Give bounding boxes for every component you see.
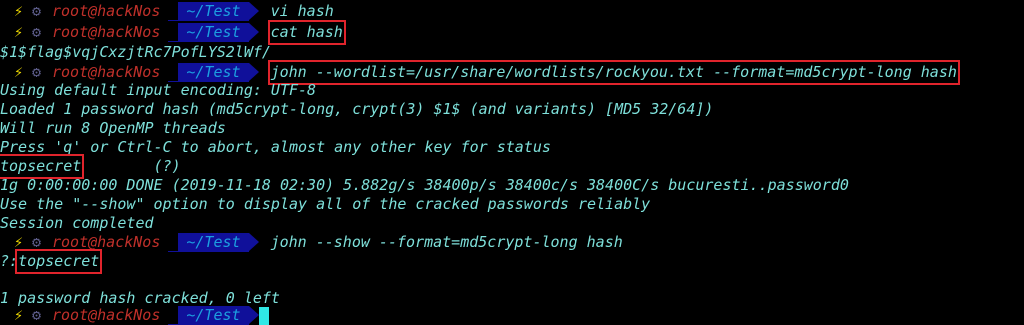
output-text: Press 'q' or Ctrl-C to abort, almost any…	[0, 138, 551, 156]
gear-icon: ⚙	[32, 233, 42, 251]
output-text: Using default input encoding: UTF-8	[0, 81, 317, 99]
lightning-icon: ⚡	[14, 233, 24, 251]
prompt-line: ⚡ ⚙ root@hackNos ~/Test	[0, 306, 269, 325]
output-text: ?:	[0, 252, 19, 270]
cracked-password: topsecret	[0, 154, 85, 179]
user-host: root@hackNos	[52, 2, 161, 20]
lightning-icon: ⚡	[14, 306, 24, 324]
output-text: 1g 0:00:00:00 DONE (2019-11-18 02:30) 5.…	[0, 176, 849, 194]
output-line: Use the "--show" option to display all o…	[0, 195, 650, 214]
gear-icon: ⚙	[32, 306, 42, 324]
prompt-line: ⚡ ⚙ root@hackNos ~/Test cat hash	[0, 20, 346, 45]
gear-icon: ⚙	[32, 23, 42, 41]
user-host: root@hackNos	[52, 306, 161, 324]
prompt-line: ⚡ ⚙ root@hackNos ~/Test john --wordlist=…	[0, 60, 960, 85]
output-line: Press 'q' or Ctrl-C to abort, almost any…	[0, 138, 551, 157]
prompt-line: ⚡ ⚙ root@hackNos ~/Test vi hash	[0, 2, 334, 21]
hash-output: $1$flag$vqjCxzjtRc7PofLYS2lWf/	[0, 43, 271, 61]
lightning-icon: ⚡	[14, 2, 24, 20]
directory-segment: ~/Test	[168, 306, 259, 325]
terminal-window[interactable]: ⚡ ⚙ root@hackNos ~/Test vi hash ⚡ ⚙ root…	[0, 0, 1024, 325]
directory-segment: ~/Test	[168, 233, 259, 252]
output-line: Will run 8 OpenMP threads	[0, 119, 226, 138]
output-text: Will run 8 OpenMP threads	[0, 119, 226, 137]
command-text: cat hash	[267, 20, 346, 45]
directory-segment: ~/Test	[168, 2, 259, 21]
output-text: Use the "--show" option to display all o…	[0, 195, 651, 213]
output-line: Session completed	[0, 214, 154, 233]
directory-segment: ~/Test	[168, 63, 259, 82]
output-text: Loaded 1 password hash (md5crypt-long, c…	[0, 100, 714, 118]
directory-segment: ~/Test	[168, 23, 259, 42]
output-line: 1g 0:00:00:00 DONE (2019-11-18 02:30) 5.…	[0, 176, 849, 195]
output-line: Loaded 1 password hash (md5crypt-long, c…	[0, 100, 713, 119]
lightning-icon: ⚡	[14, 23, 24, 41]
gear-icon: ⚙	[32, 63, 42, 81]
user-host: root@hackNos	[52, 63, 161, 81]
command-text: john --wordlist=/usr/share/wordlists/roc…	[267, 60, 960, 85]
terminal-cursor[interactable]	[258, 306, 269, 325]
output-line: Using default input encoding: UTF-8	[0, 81, 316, 100]
output-text: Session completed	[0, 214, 154, 232]
lightning-icon: ⚡	[14, 63, 24, 81]
command-text: vi hash	[270, 2, 334, 20]
output-line: ?: topsecret	[0, 249, 103, 274]
output-line: $1$flag$vqjCxzjtRc7PofLYS2lWf/	[0, 43, 271, 62]
user-host: root@hackNos	[52, 233, 161, 251]
cracked-password: topsecret	[15, 249, 103, 274]
output-text: (?)	[81, 157, 181, 175]
command-text: john --show --format=md5crypt-long hash	[270, 233, 623, 251]
output-line: topsecret (?)	[0, 154, 181, 179]
prompt-line: ⚡ ⚙ root@hackNos ~/Test john --show --fo…	[0, 233, 623, 252]
user-host: root@hackNos	[52, 23, 161, 41]
gear-icon: ⚙	[32, 2, 42, 20]
